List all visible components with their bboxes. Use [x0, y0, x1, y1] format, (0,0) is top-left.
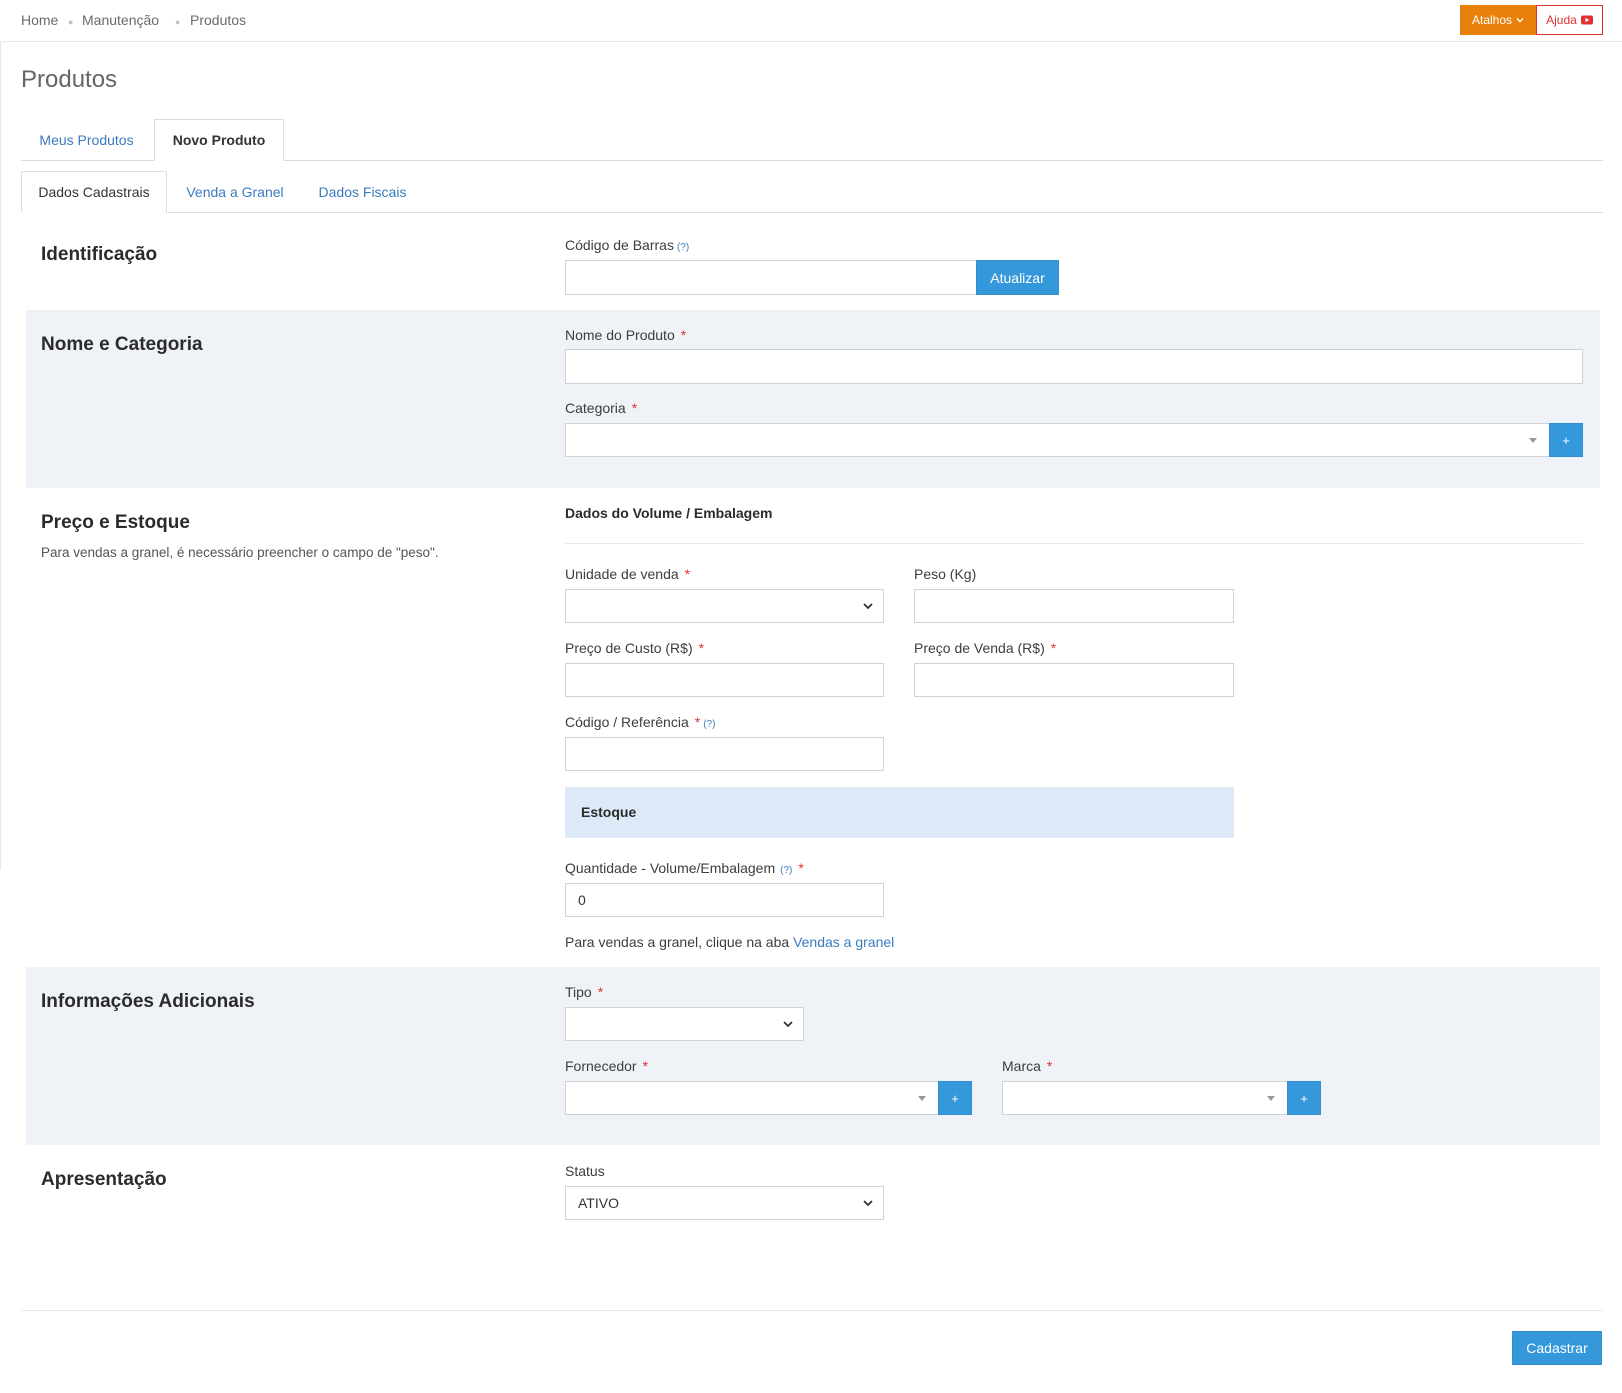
- barcode-label: Código de Barras (?): [565, 237, 689, 253]
- section-title-nome-categoria: Nome e Categoria: [41, 334, 203, 355]
- atalhos-label: Atalhos: [1471, 13, 1513, 27]
- section-nome-categoria: [26, 310, 1600, 488]
- left-border: [0, 42, 1, 870]
- page-title: Produtos: [21, 66, 118, 93]
- preco-venda-label-text: Preço de Venda (R$): [914, 640, 1045, 656]
- preco-estoque-description: Para vendas a granel, é necessário preen…: [41, 545, 439, 560]
- caret-down-icon: [918, 1096, 926, 1101]
- tab-novo-produto[interactable]: Novo Produto: [154, 119, 284, 161]
- granel-note: Para vendas a granel, clique na aba Vend…: [565, 934, 894, 950]
- help-mark[interactable]: (?): [780, 865, 792, 876]
- breadcrumb-manutencao[interactable]: Manutenção: [82, 12, 159, 28]
- section-title-apresentacao: Apresentação: [41, 1169, 167, 1190]
- chevron-down-icon: [1516, 18, 1524, 23]
- unidade-venda-select[interactable]: [565, 589, 884, 623]
- required-mark: *: [684, 566, 691, 582]
- nome-produto-label: Nome do Produto *: [565, 327, 686, 343]
- required-mark: *: [1046, 1058, 1053, 1074]
- quantidade-label-text: Quantidade - Volume/Embalagem: [565, 860, 776, 876]
- estoque-heading: Estoque: [581, 804, 637, 820]
- codigo-referencia-label: Código / Referência * (?): [565, 714, 715, 730]
- atualizar-button[interactable]: Atualizar: [976, 260, 1059, 295]
- volume-heading: Dados do Volume / Embalagem: [565, 505, 773, 521]
- required-mark: *: [597, 984, 604, 1000]
- nome-produto-label-text: Nome do Produto: [565, 327, 675, 343]
- fornecedor-label: Fornecedor *: [565, 1058, 648, 1074]
- barcode-input[interactable]: [565, 260, 977, 295]
- status-select[interactable]: ATIVO: [565, 1186, 884, 1220]
- section-title-preco-estoque: Preço e Estoque: [41, 512, 190, 533]
- nome-produto-input[interactable]: [565, 349, 1583, 384]
- status-value: ATIVO: [578, 1195, 619, 1211]
- required-mark: *: [642, 1058, 649, 1074]
- tipo-label: Tipo *: [565, 984, 603, 1000]
- help-mark[interactable]: (?): [703, 719, 715, 730]
- codigo-referencia-input[interactable]: [565, 737, 884, 771]
- atalhos-button[interactable]: Atalhos: [1460, 5, 1536, 35]
- categoria-combobox[interactable]: [565, 423, 1550, 457]
- fornecedor-combobox[interactable]: [565, 1081, 939, 1115]
- preco-custo-input[interactable]: [565, 663, 884, 697]
- required-mark: *: [680, 327, 687, 343]
- status-label: Status: [565, 1163, 605, 1179]
- breadcrumb-separator: ●: [175, 17, 181, 27]
- cadastrar-button[interactable]: Cadastrar: [1512, 1331, 1602, 1365]
- marca-label: Marca *: [1002, 1058, 1052, 1074]
- footer-divider: [21, 1310, 1603, 1311]
- unidade-venda-label: Unidade de venda *: [565, 566, 690, 582]
- tab-dados-fiscais[interactable]: Dados Fiscais: [305, 171, 420, 213]
- youtube-icon: [1580, 15, 1593, 25]
- quantidade-label: Quantidade - Volume/Embalagem (?) *: [565, 860, 804, 876]
- barcode-label-text: Código de Barras: [565, 237, 674, 253]
- ajuda-label: Ajuda: [1546, 13, 1577, 27]
- preco-venda-input[interactable]: [914, 663, 1234, 697]
- select-arrow-icon: [863, 1200, 873, 1207]
- marca-label-text: Marca: [1002, 1058, 1041, 1074]
- tipo-select[interactable]: [565, 1007, 804, 1041]
- fornecedor-label-text: Fornecedor: [565, 1058, 637, 1074]
- add-marca-button[interactable]: +: [1287, 1081, 1321, 1115]
- tab-dados-cadastrais[interactable]: Dados Cadastrais: [21, 171, 167, 213]
- select-arrow-icon: [863, 603, 873, 610]
- tab-meus-produtos[interactable]: Meus Produtos: [21, 119, 152, 161]
- section-informacoes-adicionais: [26, 967, 1600, 1145]
- breadcrumb-home[interactable]: Home: [21, 12, 58, 28]
- required-mark: *: [698, 640, 705, 656]
- marca-combobox[interactable]: [1002, 1081, 1288, 1115]
- ajuda-button[interactable]: Ajuda: [1536, 5, 1603, 35]
- help-mark[interactable]: (?): [677, 242, 689, 253]
- granel-note-text: Para vendas a granel, clique na aba: [565, 934, 790, 950]
- add-categoria-button[interactable]: +: [1549, 423, 1583, 457]
- tipo-label-text: Tipo: [565, 984, 592, 1000]
- caret-down-icon: [1267, 1096, 1275, 1101]
- categoria-label-text: Categoria: [565, 400, 626, 416]
- codigo-referencia-label-text: Código / Referência: [565, 714, 689, 730]
- quantidade-input[interactable]: 0: [565, 883, 884, 917]
- vendas-granel-link[interactable]: Vendas a granel: [793, 934, 894, 950]
- tab-venda-a-granel[interactable]: Venda a Granel: [170, 171, 300, 213]
- required-mark: *: [798, 860, 804, 876]
- section-title-informacoes-adicionais: Informações Adicionais: [41, 991, 255, 1012]
- preco-venda-label: Preço de Venda (R$) *: [914, 640, 1056, 656]
- breadcrumb-produtos: Produtos: [190, 12, 247, 28]
- section-title-identificacao: Identificação: [41, 244, 158, 265]
- categoria-label: Categoria *: [565, 400, 637, 416]
- preco-custo-label: Preço de Custo (R$) *: [565, 640, 704, 656]
- unidade-venda-label-text: Unidade de venda: [565, 566, 679, 582]
- add-fornecedor-button[interactable]: +: [938, 1081, 972, 1115]
- required-mark: *: [694, 714, 701, 730]
- caret-down-icon: [1529, 438, 1537, 443]
- select-arrow-icon: [783, 1021, 793, 1028]
- preco-custo-label-text: Preço de Custo (R$): [565, 640, 693, 656]
- peso-label: Peso (Kg): [914, 566, 977, 582]
- breadcrumb-separator: ●: [68, 17, 74, 27]
- estoque-header: [565, 787, 1234, 838]
- required-mark: *: [631, 400, 638, 416]
- required-mark: *: [1050, 640, 1057, 656]
- peso-input[interactable]: [914, 589, 1234, 623]
- volume-divider: [565, 543, 1583, 544]
